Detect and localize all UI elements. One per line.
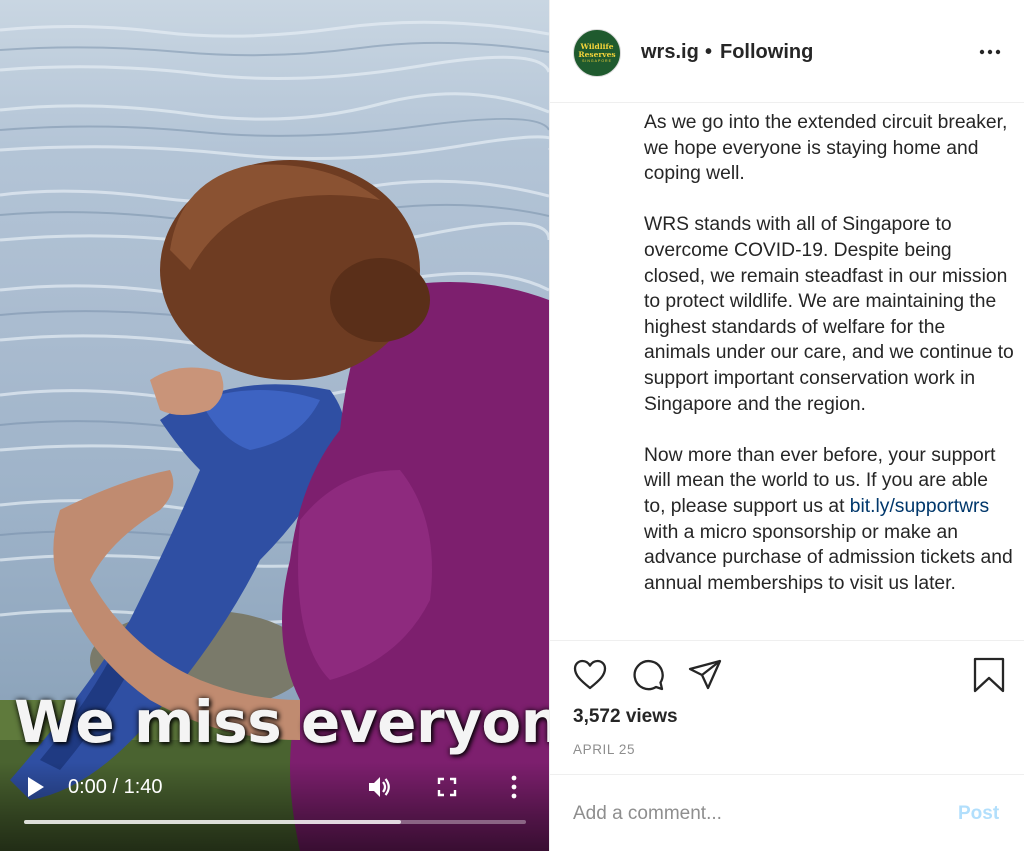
more-options-icon[interactable] <box>508 774 520 800</box>
post-details-pane: Wildlife Reserves SINGAPORE wrs.ig • Fol… <box>549 0 1024 851</box>
share-icon[interactable] <box>687 657 723 693</box>
post-date[interactable]: APRIL 25 <box>573 742 635 757</box>
caption-paragraph-1: As we go into the extended circuit break… <box>644 112 1008 185</box>
post-caption: As we go into the extended circuit break… <box>644 110 1014 622</box>
progress-bar[interactable] <box>24 820 526 824</box>
comment-bar: Post <box>550 774 1024 851</box>
fullscreen-icon[interactable] <box>436 776 458 798</box>
post-button[interactable]: Post <box>958 803 999 825</box>
avatar-text-line3: SINGAPORE <box>582 58 612 63</box>
volume-icon[interactable] <box>366 774 392 800</box>
avatar[interactable]: Wildlife Reserves SINGAPORE <box>573 29 621 77</box>
caption-text-after-link: with a micro sponsorship or make an adva… <box>644 521 1013 594</box>
caption-paragraph-2: WRS stands with all of Singapore to over… <box>644 214 1014 415</box>
progress-buffered <box>24 820 401 824</box>
separator-dot: • <box>705 41 713 63</box>
following-button[interactable]: Following <box>720 41 813 64</box>
support-link[interactable]: bit.ly/supportwrs <box>850 496 989 517</box>
username-link[interactable]: wrs.ig <box>641 41 699 64</box>
post-actions: 3,572 views APRIL 25 <box>550 640 1024 774</box>
caption-scroll-area[interactable]: As we go into the extended circuit break… <box>550 104 1024 639</box>
comment-icon[interactable] <box>630 657 666 693</box>
video-controls: 0:00 / 1:40 <box>0 762 549 851</box>
avatar-text-line2: Reserves <box>578 49 616 59</box>
post-header: Wildlife Reserves SINGAPORE wrs.ig • Fol… <box>550 0 1024 103</box>
more-horizontal-icon[interactable] <box>978 40 1002 64</box>
play-icon[interactable] <box>26 776 46 798</box>
video-caption-overlay: We miss everyone, <box>14 688 549 756</box>
view-count[interactable]: 3,572 views <box>573 706 678 728</box>
bookmark-icon[interactable] <box>971 657 1007 693</box>
caption-paragraph-3: Now more than ever before, your support … <box>644 443 1014 597</box>
video-player[interactable]: We miss everyone, 0:00 / 1:40 <box>0 0 549 851</box>
time-display: 0:00 / 1:40 <box>68 776 163 798</box>
comment-input[interactable] <box>573 801 933 827</box>
heart-icon[interactable] <box>572 657 608 693</box>
